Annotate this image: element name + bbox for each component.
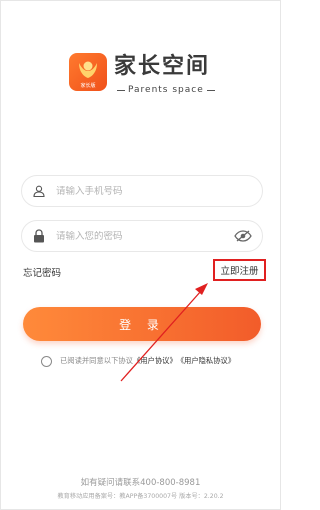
app-logo-icon: 家长版 <box>69 53 107 91</box>
brand-subtitle: Parents space <box>128 85 204 95</box>
agreement-row: 已阅读并同意以下协议 《用户协议》 《用户隐私协议》 <box>41 354 276 368</box>
forgot-password-link[interactable]: 忘记密码 <box>23 265 61 279</box>
privacy-agreement-link[interactable]: 《用户隐私协议》 <box>177 356 235 366</box>
agreement-prefix: 已阅读并同意以下协议 <box>60 356 133 365</box>
brand-title: 家长空间 <box>114 54 211 79</box>
logo-caption: 家长版 <box>80 83 96 89</box>
screen: 家长版 家长空间 Parents space 请输入手机号码 忘记密码 立即注册… <box>0 0 281 510</box>
password-field[interactable] <box>21 220 263 252</box>
user-icon <box>32 184 46 198</box>
brand-subtitle-row: Parents space <box>114 85 219 95</box>
password-input[interactable] <box>56 230 234 242</box>
icp-text: 教育移动应用备案号：教APP备3700007号 版本号：2.20.2 <box>57 493 224 500</box>
brand-logo: 家长版 家长空间 Parents space <box>69 53 219 103</box>
contact-text: 如有疑问请联系400-800-8981 <box>80 478 201 488</box>
eye-off-icon[interactable] <box>234 229 252 243</box>
lock-icon <box>32 229 46 243</box>
phone-input[interactable] <box>56 185 262 197</box>
login-button[interactable]: 登 录 <box>23 307 261 341</box>
phone-field[interactable] <box>21 175 263 207</box>
agreement-checkbox[interactable] <box>41 355 52 367</box>
user-agreement-link[interactable]: 《用户协议》 <box>133 356 177 366</box>
register-link[interactable]: 立即注册 <box>213 259 266 281</box>
